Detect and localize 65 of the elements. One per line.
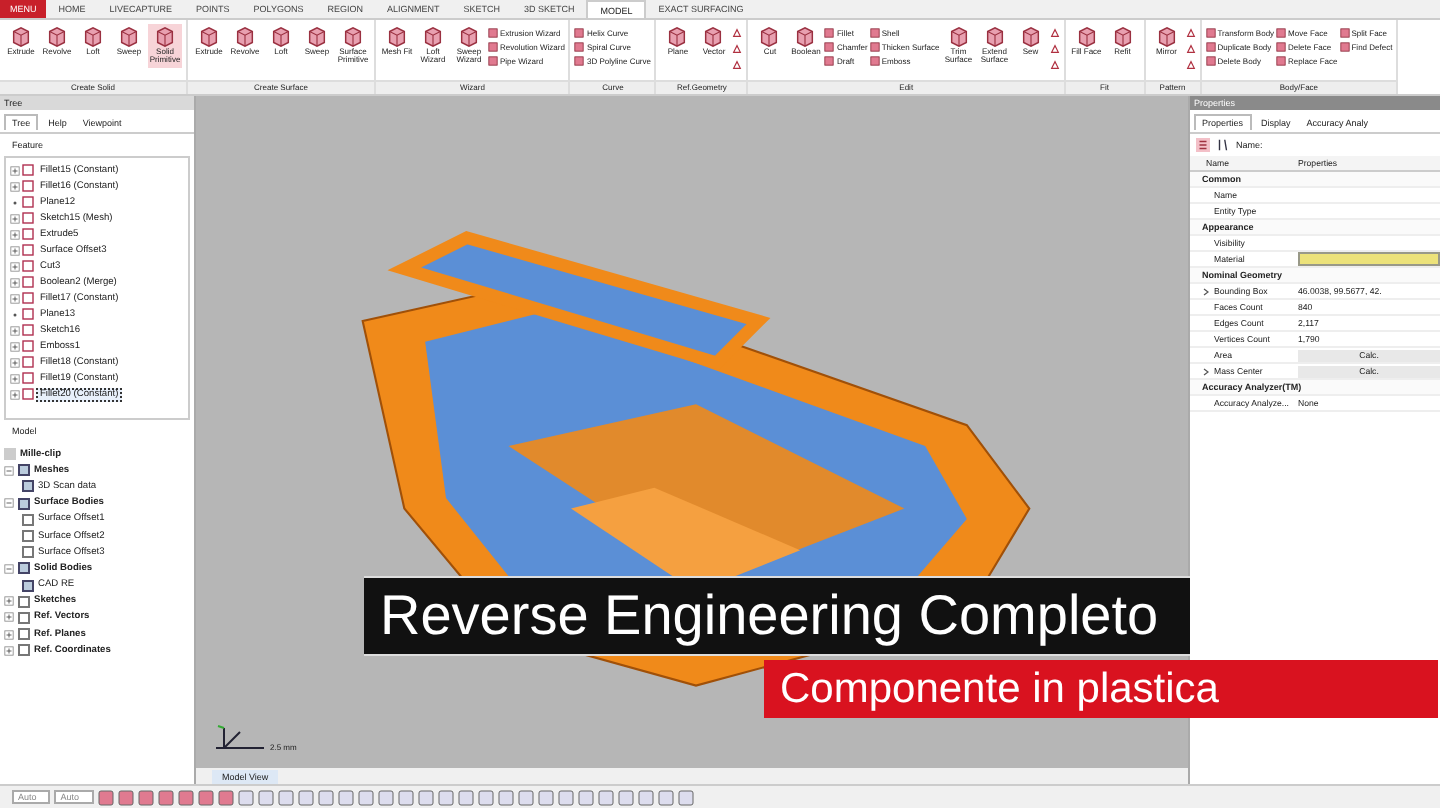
- expand-icon[interactable]: [10, 229, 20, 239]
- category-icon[interactable]: [1196, 138, 1210, 152]
- expand-icon[interactable]: [10, 293, 20, 303]
- expand-icon[interactable]: [10, 245, 20, 255]
- shape-icon: [306, 26, 328, 48]
- shape-icon: [794, 26, 817, 48]
- shape-icon: [82, 26, 104, 48]
- expand-icon[interactable]: [10, 325, 20, 335]
- expand-icon[interactable]: [10, 341, 20, 351]
- checkbox[interactable]: [18, 595, 30, 608]
- color-swatch[interactable]: [1298, 252, 1440, 266]
- shape-icon: [947, 26, 970, 48]
- title-banner: Reverse Engineering Completo: [364, 576, 1190, 656]
- expand-icon[interactable]: [10, 165, 20, 175]
- subtitle-banner: Componente in plastica: [764, 660, 1438, 718]
- shape-icon: [118, 26, 140, 48]
- shape-icon: [386, 26, 408, 48]
- chevron-icon[interactable]: [1202, 367, 1210, 375]
- shape-icon: [234, 26, 256, 48]
- shape-icon: [1155, 26, 1178, 48]
- checkbox[interactable]: [18, 644, 30, 657]
- checkbox[interactable]: [18, 497, 30, 510]
- checkbox[interactable]: [22, 579, 34, 592]
- shape-icon: [342, 26, 364, 48]
- dot-icon[interactable]: [10, 197, 20, 207]
- shape-icon: [758, 26, 781, 48]
- expand-icon[interactable]: [10, 357, 20, 367]
- expand-icon[interactable]: [4, 629, 14, 640]
- expand-icon[interactable]: [10, 261, 20, 271]
- expand-icon[interactable]: [10, 277, 20, 287]
- checkbox[interactable]: [18, 628, 30, 641]
- sort-icon[interactable]: [1216, 138, 1230, 152]
- checkbox[interactable]: [22, 546, 34, 559]
- checkbox[interactable]: [18, 562, 30, 575]
- shape-icon: [270, 26, 292, 48]
- shape-icon: [154, 26, 176, 48]
- expand-icon[interactable]: [10, 373, 20, 383]
- collapse-icon[interactable]: [4, 465, 14, 476]
- expand-icon[interactable]: [10, 213, 20, 223]
- shape-icon: [1075, 26, 1098, 48]
- shape-icon: [1111, 26, 1134, 48]
- checkbox[interactable]: [18, 464, 30, 477]
- dot-icon[interactable]: [10, 309, 20, 319]
- chevron-icon[interactable]: [1202, 287, 1210, 295]
- shape-icon: [46, 26, 68, 48]
- shape-icon: [702, 26, 725, 48]
- expand-icon[interactable]: [10, 389, 20, 399]
- expand-icon[interactable]: [4, 612, 14, 623]
- collapse-icon[interactable]: [4, 563, 14, 574]
- collapse-icon[interactable]: [4, 498, 14, 509]
- checkbox[interactable]: [22, 513, 34, 526]
- shape-icon: [1019, 26, 1042, 48]
- checkbox[interactable]: [18, 611, 30, 624]
- model-icon: [4, 448, 16, 461]
- shape-icon: [10, 26, 32, 48]
- checkbox[interactable]: [22, 480, 34, 493]
- expand-icon[interactable]: [4, 596, 14, 607]
- shape-icon: [458, 26, 480, 48]
- checkbox[interactable]: [22, 530, 34, 543]
- expand-icon[interactable]: [4, 645, 14, 656]
- shape-icon: [666, 26, 689, 48]
- shape-icon: [422, 26, 444, 48]
- shape-icon: [983, 26, 1006, 48]
- shape-icon: [198, 26, 220, 48]
- expand-icon[interactable]: [10, 181, 20, 191]
